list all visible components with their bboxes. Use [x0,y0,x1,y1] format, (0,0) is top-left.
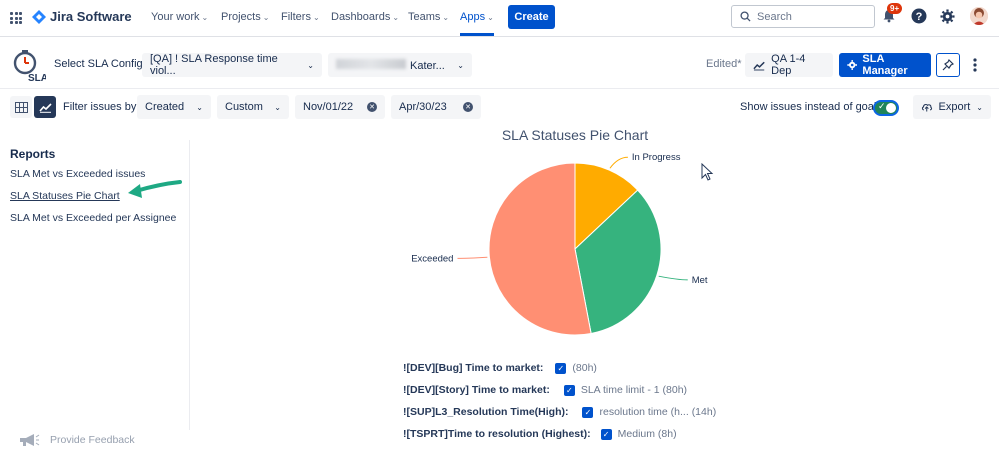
provide-feedback-link[interactable]: Provide Feedback [18,433,135,447]
top-navigation: Jira Software Your work ⌄ Projects ⌄ Filte… [0,0,999,37]
gear-icon [847,60,858,70]
jira-diamond-icon [32,9,46,24]
report-link-per-assignee[interactable]: SLA Met vs Exceeded per Assignee [10,212,176,224]
pie-slice-label: Met [692,275,708,286]
pie-leader-line [658,275,688,281]
nav-your-work[interactable]: Your work ⌄ [151,11,208,23]
reports-heading: Reports [10,147,56,161]
sla-goal-legend-row: ![DEV][Story] Time to market: ✓ SLA time l… [403,384,687,396]
sla-config-select[interactable]: [QA] ! SLA Response time viol... ⌄ [142,53,322,77]
sla-name: ![DEV][Story] Time to market: [403,384,550,396]
search-icon [740,11,751,22]
app-switcher-icon[interactable] [10,12,22,24]
check-icon: ✓ [878,101,886,111]
date-range-select[interactable]: Custom ⌄ [217,95,289,119]
chart-view-icon[interactable] [34,96,56,118]
chevron-down-icon: ⌄ [274,102,281,112]
chevron-down-icon: ⌄ [196,102,203,112]
show-issues-toggle-label: Show issues instead of goals [740,101,882,113]
pie-slice-label: Exceeded [411,253,453,264]
sla-goal-legend-row: ![DEV][Bug] Time to market: ✓ (80h) [403,362,597,374]
sla-goal-legend-row: ![SUP]L3_Resolution Time(High): ✓ resoluti… [403,406,716,418]
show-issues-toggle[interactable]: ✓ [873,100,899,116]
product-name: Jira Software [50,9,132,24]
chevron-down-icon: ⌄ [307,60,314,70]
filter-field-select[interactable]: Created ⌄ [137,95,211,119]
report-link-statuses-pie[interactable]: SLA Statuses Pie Chart [10,190,120,202]
pin-icon [942,59,954,71]
sla-manager-button[interactable]: SLA Manager [839,53,931,77]
date-from-input[interactable]: Nov/01/22 ✕ [295,95,385,119]
mouse-cursor-icon [701,163,714,181]
create-button[interactable]: Create [508,5,555,29]
goal-checkbox[interactable]: ✓ [600,428,612,440]
sla-name: ![TSPRT]Time to resolution (Highest): [403,428,591,440]
nav-teams[interactable]: Teams ⌄ [408,11,449,23]
cloud-upload-icon [921,104,933,112]
nav-projects[interactable]: Projects ⌄ [221,11,269,23]
goal-label: (80h) [572,362,597,374]
clear-icon[interactable]: ✕ [463,102,473,112]
goal-label: SLA time limit - 1 (80h) [580,384,688,396]
goal-checkbox[interactable]: ✓ [563,384,575,396]
nav-apps[interactable]: Apps ⌄ [460,11,494,36]
edited-indicator: Edited* [706,58,742,70]
goal-label: resolution time (h... (14h) [599,406,717,418]
megaphone-icon [20,434,40,446]
sla-goal-legend-row: ![TSPRT]Time to resolution (Highest): ✓ Me… [403,428,677,440]
project-select[interactable]: Kater... ⌄ [328,53,472,77]
notifications-badge: 9+ [887,3,903,14]
filter-bar: Filter issues by: Created ⌄ Custom ⌄ Nov/0… [0,90,999,124]
pie-leader-line [457,256,488,259]
pin-button[interactable] [936,53,960,77]
more-options-icon[interactable] [966,56,984,74]
nav-filters[interactable]: Filters ⌄ [281,11,320,23]
table-view-icon[interactable] [10,96,32,118]
sla-config-bar: SLA Select SLA Config: [QA] ! SLA Respon… [0,37,999,89]
chevron-down-icon: ⌄ [976,102,983,112]
goal-label: Medium (8h) [617,428,677,440]
help-icon[interactable]: ? [910,7,928,25]
dashboard-button[interactable]: QA 1-4 Dep [745,53,833,77]
search-input[interactable]: Search [731,5,875,28]
sla-name: ![SUP]L3_Resolution Time(High): [403,406,569,418]
settings-gear-icon[interactable] [938,7,956,25]
chart-title: SLA Statuses Pie Chart [501,127,649,143]
sla-name: ![DEV][Bug] Time to market: [403,362,544,374]
filter-issues-label: Filter issues by: [63,101,140,113]
svg-text:?: ? [916,11,923,23]
redacted-text [336,58,406,69]
annotation-arrow-icon [128,180,182,198]
goal-checkbox[interactable]: ✓ [555,362,567,374]
pie-slice-label: In Progress [632,152,681,163]
svg-text:SLA: SLA [28,73,46,83]
trend-chart-icon [753,61,765,70]
chevron-down-icon: ⌄ [457,60,464,70]
clear-icon[interactable]: ✕ [367,102,377,112]
pie-leader-line [609,156,628,169]
pie-chart: In Progress Met Exceeded [411,152,708,336]
jira-logo[interactable]: Jira Software [32,9,132,24]
export-button[interactable]: Export ⌄ [913,95,991,119]
sla-app-logo-icon: SLA [13,50,46,83]
select-sla-config-label: Select SLA Config: [54,58,146,70]
user-avatar[interactable] [970,7,988,25]
goal-checkbox[interactable]: ✓ [582,406,594,418]
date-to-input[interactable]: Apr/30/23 ✕ [391,95,481,119]
nav-dashboards[interactable]: Dashboards ⌄ [331,11,399,23]
